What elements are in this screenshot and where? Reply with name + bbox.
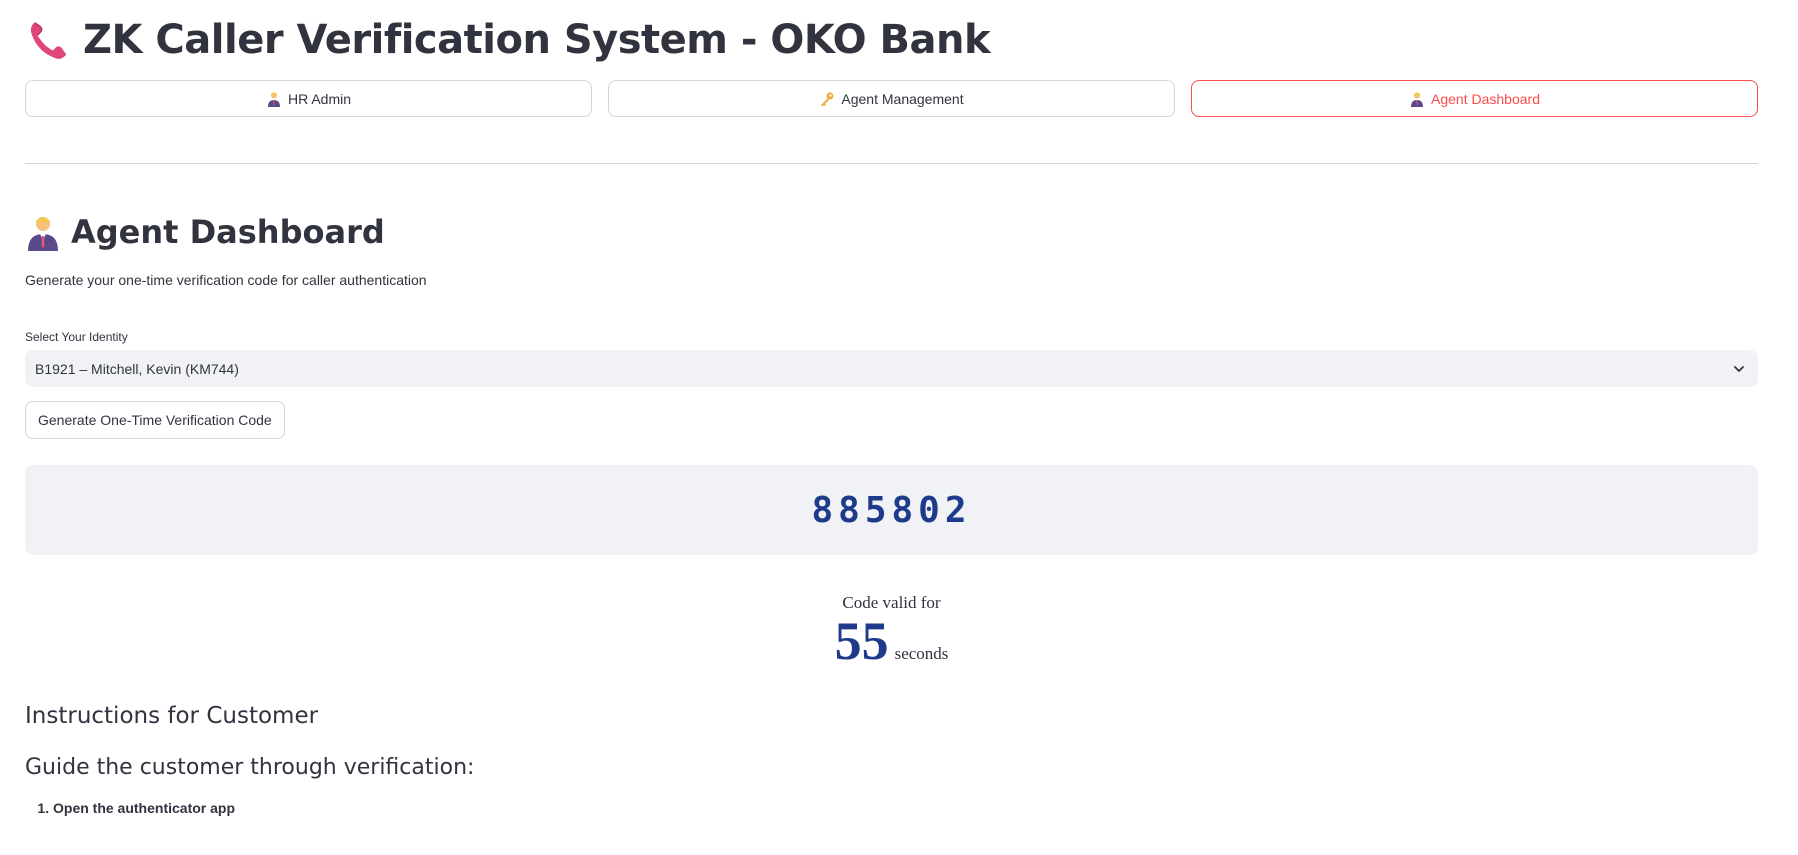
timer-unit: seconds — [894, 644, 949, 663]
tab-agent-management[interactable]: Agent Management — [608, 80, 1175, 117]
page-title: Agent Dashboard — [71, 213, 385, 251]
telephone-receiver-icon — [30, 22, 67, 59]
nav-tabs: HR Admin Agent Management Agent Dashboar… — [25, 80, 1758, 117]
identity-label: Select Your Identity — [25, 330, 128, 344]
divider — [25, 163, 1758, 164]
person-office-worker-icon — [267, 92, 280, 107]
identity-select-value: B1921 – Mitchell, Kevin (KM744) — [35, 360, 239, 377]
tab-agent-dashboard[interactable]: Agent Dashboard — [1191, 80, 1758, 117]
app-header: ZK Caller Verification System - OKO Bank — [25, 0, 1758, 80]
list-item: Open the authenticator app — [53, 800, 1758, 816]
timer-value: 55 — [834, 611, 889, 671]
timer-label: Code valid for — [842, 593, 941, 612]
chevron-down-icon — [1734, 365, 1744, 372]
key-icon — [821, 92, 834, 106]
verification-code: 885802 — [811, 489, 972, 531]
tab-label: HR Admin — [287, 90, 352, 107]
page: ZK Caller Verification System - OKO Bank… — [0, 0, 1798, 855]
person-office-worker-icon — [1411, 92, 1424, 107]
generate-code-button[interactable]: Generate One-Time Verification Code — [25, 401, 285, 439]
identity-select[interactable]: B1921 – Mitchell, Kevin (KM744) — [25, 350, 1758, 387]
instructions-heading: Instructions for Customer — [25, 703, 319, 729]
tab-label: Agent Management — [841, 90, 964, 107]
page-subtitle: Generate your one-time verification code… — [25, 272, 427, 288]
dashboard-header: Agent Dashboard — [25, 210, 1758, 254]
code-timer: Code valid for 55 seconds — [25, 593, 1758, 683]
instructions-subheading: Guide the customer through verification: — [25, 755, 475, 780]
app-title: ZK Caller Verification System - OKO Bank — [83, 17, 991, 63]
tab-hr-admin[interactable]: HR Admin — [25, 80, 592, 117]
code-panel: 885802 — [25, 465, 1758, 555]
instruction-steps: Open the authenticator app — [25, 800, 1758, 816]
person-office-worker-icon — [28, 217, 58, 251]
timer-row: 55 seconds — [25, 613, 1758, 683]
tab-label: Agent Dashboard — [1431, 90, 1540, 107]
